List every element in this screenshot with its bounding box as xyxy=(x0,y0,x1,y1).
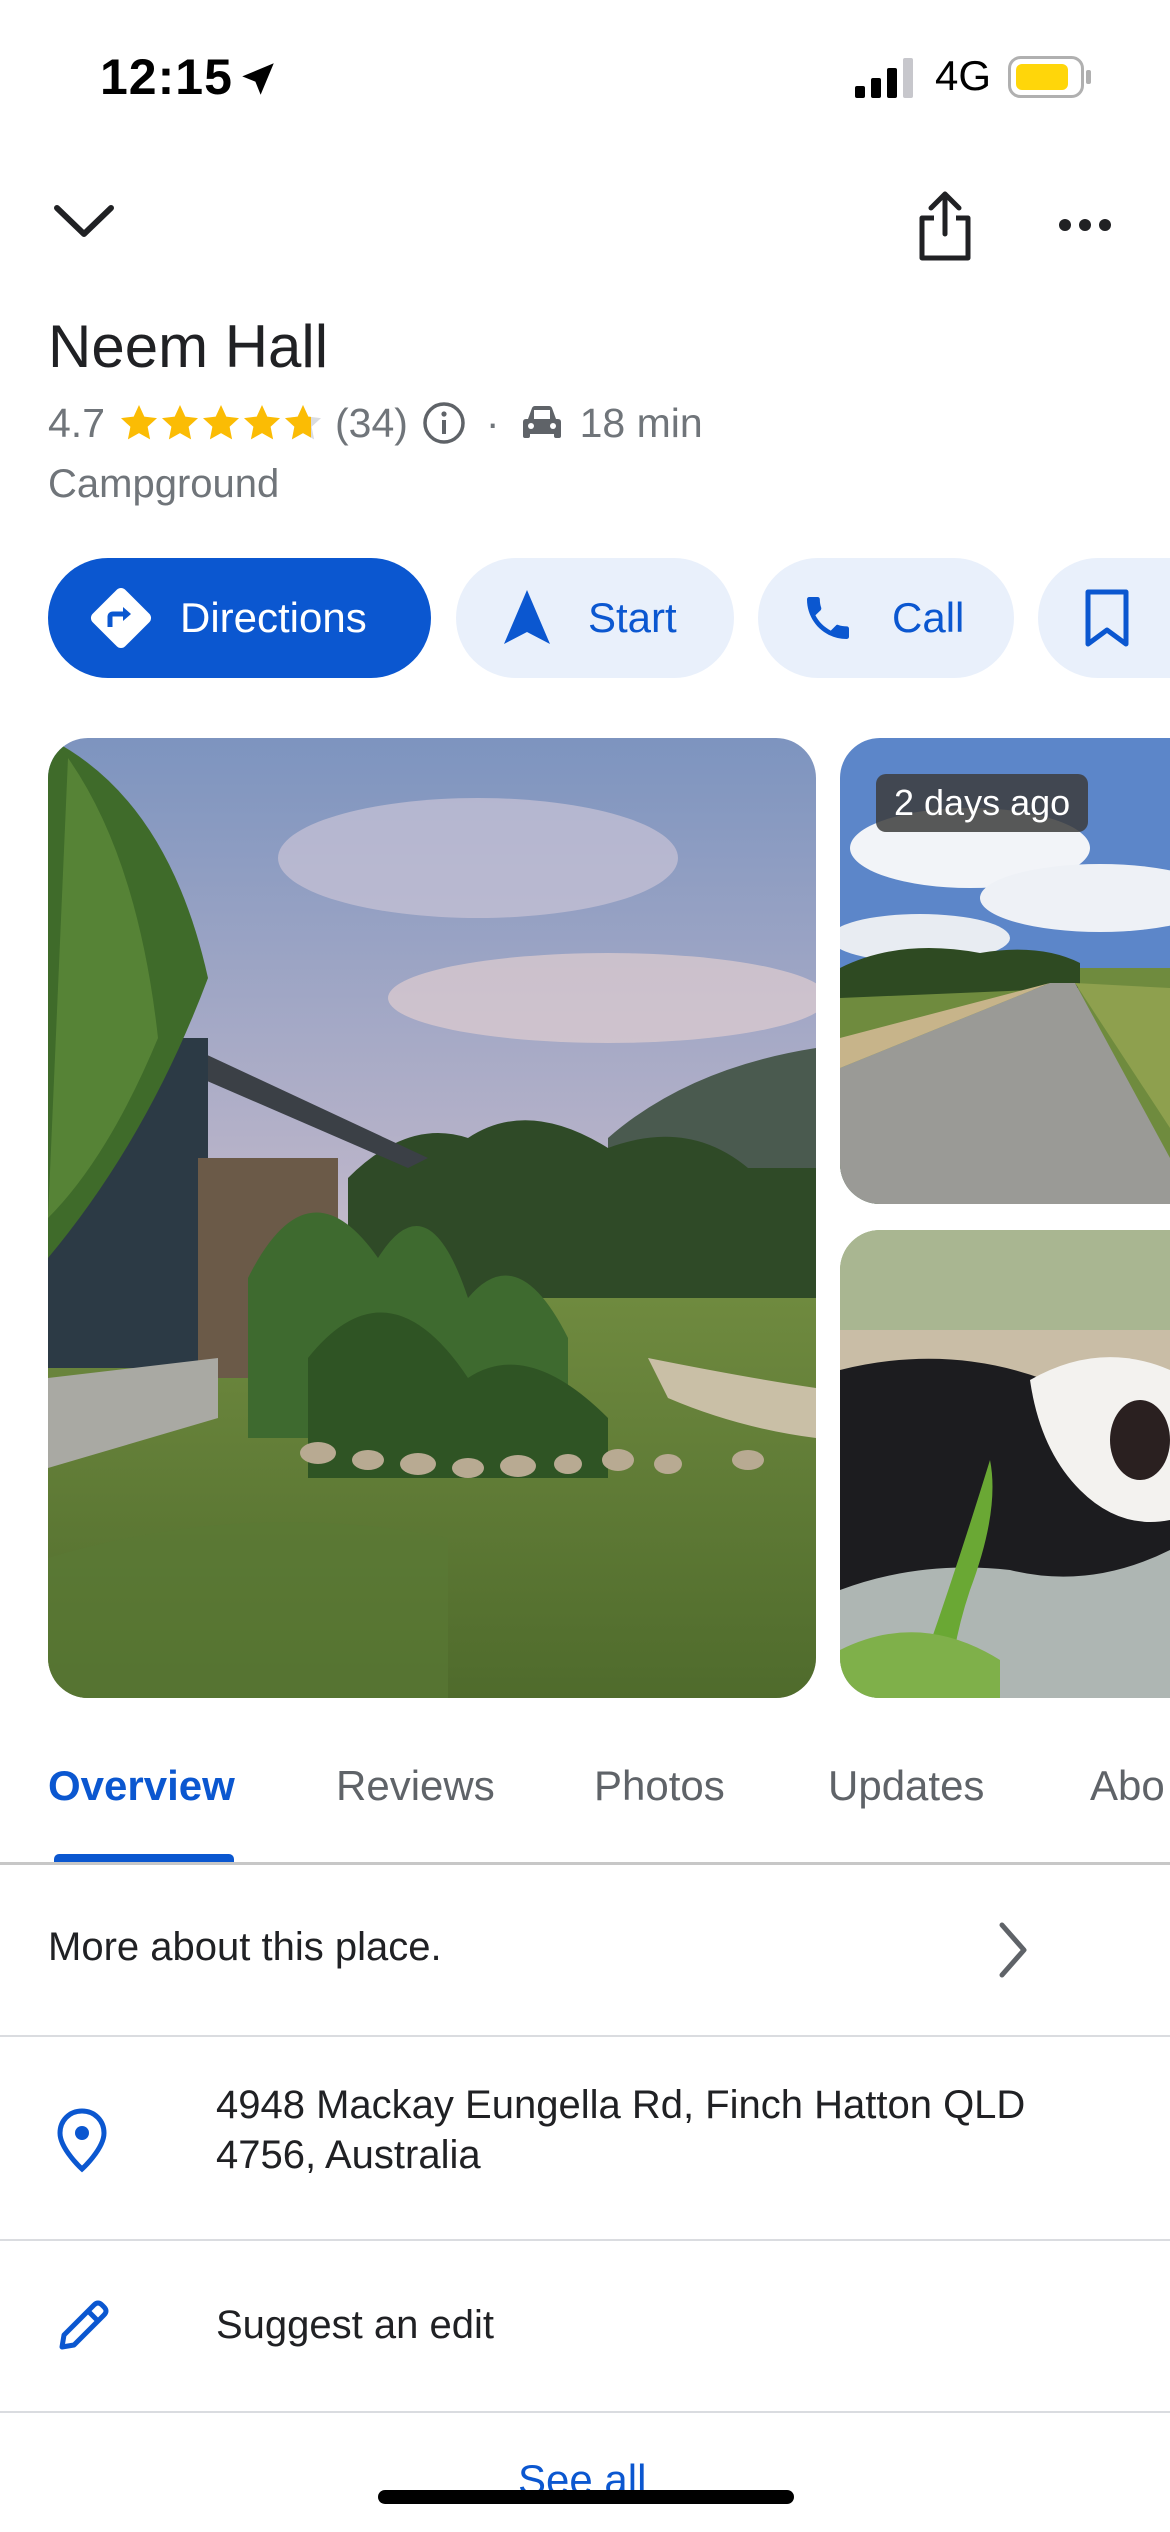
address-line-1: 4948 Mackay Eungella Rd, Finch Hatton QL… xyxy=(216,2083,1026,2127)
suggest-edit-text: Suggest an edit xyxy=(216,2303,494,2347)
more-about-row[interactable]: More about this place. xyxy=(0,1865,1170,2035)
tab-reviews[interactable]: Reviews xyxy=(336,1762,495,1810)
drive-time: 18 min xyxy=(579,399,703,446)
rating-value: 4.7 xyxy=(48,399,105,446)
dog-photo[interactable] xyxy=(840,1230,1170,1698)
bookmark-icon xyxy=(1085,589,1129,647)
more-about-text: More about this place. xyxy=(48,1925,442,1969)
more-icon xyxy=(1059,219,1111,231)
tab-overview[interactable]: Overview xyxy=(48,1762,235,1810)
tab-updates[interactable]: Updates xyxy=(828,1762,984,1810)
more-options-button[interactable] xyxy=(1050,200,1120,250)
photo-age-badge: 2 days ago xyxy=(876,774,1089,832)
info-icon[interactable] xyxy=(422,401,466,445)
phone-icon xyxy=(807,597,849,639)
share-button[interactable] xyxy=(905,186,985,266)
campground-shed-photo xyxy=(48,738,816,1698)
chevron-down-icon xyxy=(54,205,114,237)
row-divider xyxy=(0,2411,1170,2413)
location-arrow-icon xyxy=(242,63,274,95)
rating-stars xyxy=(119,403,325,443)
pencil-icon xyxy=(59,2300,109,2350)
chevron-right-icon xyxy=(999,1922,1027,1978)
road-photo[interactable]: 2 days ago xyxy=(840,738,1170,1204)
location-pin-icon xyxy=(57,2108,107,2173)
collapse-button[interactable] xyxy=(44,190,124,254)
star-rating-icon xyxy=(121,405,321,440)
directions-icon xyxy=(90,587,152,649)
rating-row: 4.7 (34) · 18 min xyxy=(48,398,703,448)
separator-dot: · xyxy=(485,399,500,446)
suggest-edit-row[interactable]: Suggest an edit xyxy=(0,2241,1170,2411)
dog-photo-image xyxy=(840,1230,1170,1698)
save-button[interactable] xyxy=(1038,558,1170,678)
tab-photos[interactable]: Photos xyxy=(594,1762,725,1810)
call-label: Call xyxy=(892,594,965,641)
start-label: Start xyxy=(588,594,677,641)
place-title: Neem Hall xyxy=(48,313,329,380)
start-button[interactable]: Start xyxy=(456,558,734,678)
network-type: 4G xyxy=(935,52,992,99)
navigation-icon xyxy=(504,590,550,644)
main-photo[interactable] xyxy=(48,738,816,1698)
call-button[interactable]: Call xyxy=(758,558,1014,678)
address-row[interactable]: 4948 Mackay Eungella Rd, Finch Hatton QL… xyxy=(0,2037,1170,2239)
place-category: Campground xyxy=(48,462,280,506)
address-line-2: 4756, Australia xyxy=(216,2133,481,2177)
tab-about[interactable]: Abo xyxy=(1090,1762,1165,1810)
share-icon xyxy=(919,191,971,261)
review-count[interactable]: (34) xyxy=(335,400,408,447)
directions-label: Directions xyxy=(180,594,367,641)
directions-button[interactable]: Directions xyxy=(48,558,431,678)
battery-icon xyxy=(1008,56,1091,98)
signal-icon xyxy=(855,58,913,98)
car-icon xyxy=(522,406,561,438)
status-time: 12:15 xyxy=(100,49,233,105)
home-indicator[interactable] xyxy=(378,2490,794,2504)
